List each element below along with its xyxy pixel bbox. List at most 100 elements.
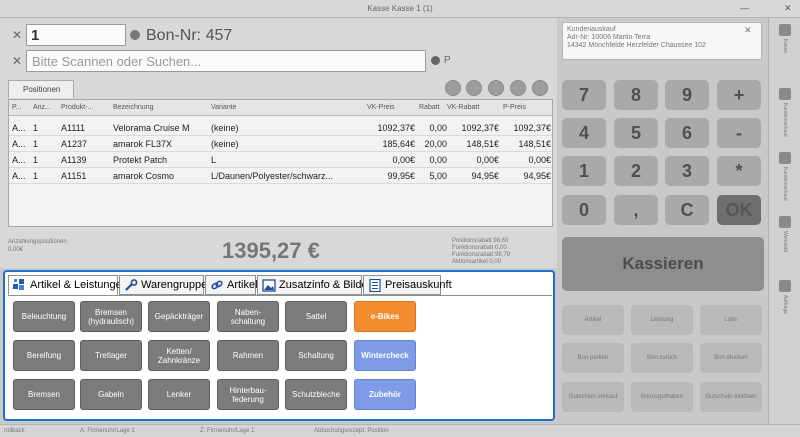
bonusguthaben-button[interactable]: Bonusguthaben	[631, 382, 693, 412]
remove-customer-icon[interactable]: ✕	[744, 25, 752, 36]
button-e-bikes[interactable]: e-Bikes	[354, 301, 416, 332]
key-9[interactable]: 9	[665, 80, 709, 110]
scan-icon[interactable]	[431, 56, 440, 65]
button-nabenschaltung[interactable]: Naben- schaltung	[217, 301, 279, 332]
button-bremsen-hydraulisch[interactable]: Bremsen (hydraulisch)	[80, 301, 142, 332]
column-header[interactable]: P-Preis	[503, 104, 526, 111]
key-6[interactable]: 6	[665, 118, 709, 148]
cell: 1092,37€	[513, 123, 551, 133]
sidebar-item-kundenverkauf-2[interactable]: Kundenverkauf	[769, 152, 800, 214]
button-ketten-zahnkraenze[interactable]: Ketten/ Zahnkränze	[148, 340, 210, 371]
clear-quantity-icon[interactable]: ✕	[12, 28, 22, 42]
tab-label: Warengruppen	[141, 279, 214, 291]
bon-drucken-button[interactable]: Bon drucken	[700, 343, 762, 373]
button-schutzbleche[interactable]: Schutzbleche	[285, 379, 347, 410]
key-comma[interactable]: ,	[614, 195, 658, 225]
tab-zusatzinfo-bilder[interactable]: Zusatzinfo & Bilder	[257, 275, 371, 295]
cell: A...	[12, 139, 26, 149]
quantity-input[interactable]: 1	[26, 24, 126, 46]
nav-delete-icon[interactable]	[532, 80, 548, 96]
column-header[interactable]: P...	[12, 104, 22, 111]
button-lenker[interactable]: Lenker	[148, 379, 210, 410]
button-wintercheck[interactable]: Wintercheck	[354, 340, 416, 371]
button-hinterbaufederung[interactable]: Hinterbau- federung	[217, 379, 279, 410]
button-rahmen[interactable]: Rahmen	[217, 340, 279, 371]
table-row[interactable]: A... 1 A1151 amarok Cosmo L/Daunen/Polye…	[9, 168, 552, 184]
button-schaltung[interactable]: Schaltung	[285, 340, 347, 371]
cell: 0,00€	[476, 155, 499, 165]
cell: (keine)	[211, 139, 239, 149]
bon-zurueck-button[interactable]: Bon zurück	[631, 343, 693, 373]
tab-artikel[interactable]: Artikel	[205, 275, 258, 295]
lohn-button[interactable]: Lohn	[700, 305, 762, 335]
clear-search-icon[interactable]: ✕	[12, 54, 22, 68]
button-tretlager[interactable]: Tretlager	[80, 340, 142, 371]
kassieren-button[interactable]: Kassieren	[562, 237, 764, 291]
button-beleuchtung[interactable]: Beleuchtung	[13, 301, 75, 332]
close-button[interactable]: ✕	[784, 3, 792, 14]
minimize-button[interactable]: —	[740, 3, 749, 13]
status-item: Abbuchungsrezept: Position	[314, 428, 389, 434]
key-7[interactable]: 7	[562, 80, 606, 110]
key-plus[interactable]: +	[717, 80, 761, 110]
table-row[interactable]: A... 1 A1139 Protekt Patch L 0,00€ 0,00 …	[9, 152, 552, 168]
button-bereifung[interactable]: Bereifung	[13, 340, 75, 371]
table-row[interactable]: A... 1 A1111 Velorama Cruise M (keine) 1…	[9, 120, 552, 136]
key-2[interactable]: 2	[614, 156, 658, 186]
customer-box[interactable]: Kundenauskauf Adr-Nr: 10006 Martin Terra…	[562, 22, 762, 60]
table-row[interactable]: A... 1 A1237 amarok FL37X (keine) 185,64…	[9, 136, 552, 152]
sidebar-item-werkstatt[interactable]: Werkstatt	[769, 216, 800, 278]
nav-first-icon[interactable]	[445, 80, 461, 96]
key-multiply[interactable]: *	[717, 156, 761, 186]
key-0[interactable]: 0	[562, 195, 606, 225]
artikel-button[interactable]: Artikel	[562, 305, 624, 335]
column-header[interactable]: Anz...	[33, 104, 51, 111]
key-5[interactable]: 5	[614, 118, 658, 148]
button-gabeln[interactable]: Gabeln	[80, 379, 142, 410]
button-zubehoer[interactable]: Zubehör	[354, 379, 416, 410]
nav-last-icon[interactable]	[510, 80, 526, 96]
customer-address: 14342 Mönchfelde Herzfelder Chaussee 102	[567, 42, 706, 49]
status-item: A: Firmenuhr/Lage 1	[80, 428, 135, 434]
tab-preisauskunft[interactable]: Preisauskunft	[363, 275, 452, 295]
leistung-button[interactable]: Leistung	[631, 305, 693, 335]
button-sattel[interactable]: Sattel	[285, 301, 347, 332]
key-3[interactable]: 3	[665, 156, 709, 186]
bon-parken-button[interactable]: Bon parken	[562, 343, 624, 373]
sidebar-item-kundenverkauf[interactable]: Kundenverkauf	[769, 88, 800, 150]
column-header[interactable]: VK-Rabatt	[447, 104, 479, 111]
sidebar-label: Werkstatt	[782, 231, 788, 253]
price-list-icon	[369, 279, 381, 292]
nav-prev-icon[interactable]	[466, 80, 482, 96]
cell: 0,00	[429, 155, 447, 165]
key-8[interactable]: 8	[614, 80, 658, 110]
key-minus[interactable]: -	[717, 118, 761, 148]
key-1[interactable]: 1	[562, 156, 606, 186]
tab-warengruppen[interactable]: Warengruppen	[119, 275, 213, 295]
deposit-summary: Anzahlungspositionen 0,00€	[8, 238, 67, 254]
column-header[interactable]: Variante	[211, 104, 237, 111]
tab-artikel-leistungen[interactable]: Artikel & Leistungen	[8, 275, 128, 295]
bon-number: Bon-Nr: 457	[146, 27, 233, 44]
gutschein-einloesen-button[interactable]: Gutschein einlösen	[700, 382, 762, 412]
search-input[interactable]: Bitte Scannen oder Suchen...	[26, 50, 426, 72]
button-gepaecktraeger[interactable]: Gepäckträger	[148, 301, 210, 332]
tab-positionen[interactable]: Positionen	[8, 80, 74, 98]
column-header[interactable]: Bezeichnung	[113, 104, 153, 111]
status-item: rollback	[4, 428, 25, 434]
key-ok[interactable]: OK	[717, 195, 761, 225]
column-header[interactable]: Produkt-...	[61, 104, 93, 111]
orders-icon	[779, 280, 791, 292]
cell: 20,00	[424, 139, 447, 149]
column-header[interactable]: Rabatt	[419, 104, 440, 111]
cell: A1111	[61, 123, 86, 133]
gutschein-verkauf-button[interactable]: Gutschein verkauf	[562, 382, 624, 412]
key-clear[interactable]: C	[665, 195, 709, 225]
receipt-icon	[130, 30, 140, 40]
nav-next-icon[interactable]	[488, 80, 504, 96]
button-bremsen[interactable]: Bremsen	[13, 379, 75, 410]
sidebar-item-auftraege[interactable]: Aufträge	[769, 280, 800, 342]
key-4[interactable]: 4	[562, 118, 606, 148]
column-header[interactable]: VK-Preis	[367, 104, 395, 111]
sidebar-item-kasse[interactable]: Kasse	[769, 24, 800, 86]
